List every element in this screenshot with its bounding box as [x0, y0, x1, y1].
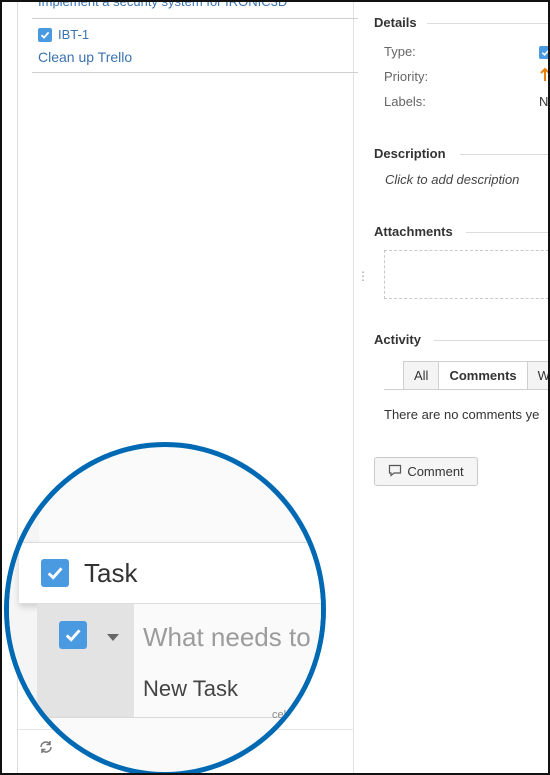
app-frame: Implement a security system for IRONIC3D… [0, 0, 550, 775]
priority-arrow-icon[interactable] [540, 67, 548, 85]
task-type-label: Task [84, 557, 138, 588]
section-rule [434, 340, 548, 341]
labels-value[interactable]: N [539, 94, 548, 109]
summary-input[interactable]: What needs to [143, 622, 311, 653]
labels-label: Labels: [384, 94, 426, 109]
inline-create-panel: What needs to New Task [37, 604, 321, 717]
attachment-dropzone[interactable] [384, 250, 548, 299]
lens-gutter [9, 447, 39, 772]
new-task-label: New Task [143, 676, 238, 701]
checkbox-icon [59, 621, 87, 649]
issue-key[interactable]: IBT-1 [58, 27, 89, 42]
section-rule [466, 232, 548, 233]
tab-all[interactable]: All [403, 361, 440, 390]
comment-icon [388, 464, 402, 480]
no-comments-text: There are no comments ye [384, 407, 540, 422]
magnifier-lens: Task What needs to New Task cel ••• [4, 442, 326, 773]
tab-worklog[interactable]: W [526, 361, 548, 390]
tab-comments[interactable]: Comments [438, 361, 528, 390]
comment-button-label: Comment [407, 464, 464, 479]
issue-key-row[interactable]: IBT-1 [38, 27, 89, 42]
cancel-link[interactable]: cel [272, 709, 286, 721]
checkbox-icon [38, 27, 52, 42]
checkbox-icon [41, 559, 69, 587]
activity-heading: Activity [374, 332, 421, 347]
issue-summary-cut[interactable]: Implement a security system for IRONIC3D [38, 2, 287, 9]
comment-button[interactable]: Comment [374, 457, 478, 486]
activity-tabs: All Comments W [384, 361, 548, 390]
list-separator [32, 72, 358, 73]
priority-label: Priority: [384, 69, 429, 84]
section-rule [460, 154, 548, 155]
issue-type-picker[interactable] [37, 604, 134, 717]
section-rule [427, 23, 548, 24]
list-separator [32, 18, 358, 19]
lens-content: Task What needs to New Task cel ••• [9, 447, 321, 772]
checkbox-icon [539, 46, 548, 60]
description-placeholder[interactable]: Click to add description [385, 172, 519, 187]
type-value[interactable] [539, 44, 548, 60]
issue-details-panel: Details Type: Priority: Labels: N Descri… [355, 2, 548, 773]
issue-type-option-task[interactable]: Task [19, 542, 321, 604]
description-heading: Description [374, 146, 446, 161]
details-heading: Details [374, 15, 417, 30]
issue-summary[interactable]: Clean up Trello [38, 49, 132, 65]
attachments-heading: Attachments [374, 224, 453, 239]
tab-rule [384, 389, 548, 390]
dropdown-caret-icon [107, 634, 119, 641]
type-label: Type: [384, 44, 416, 59]
